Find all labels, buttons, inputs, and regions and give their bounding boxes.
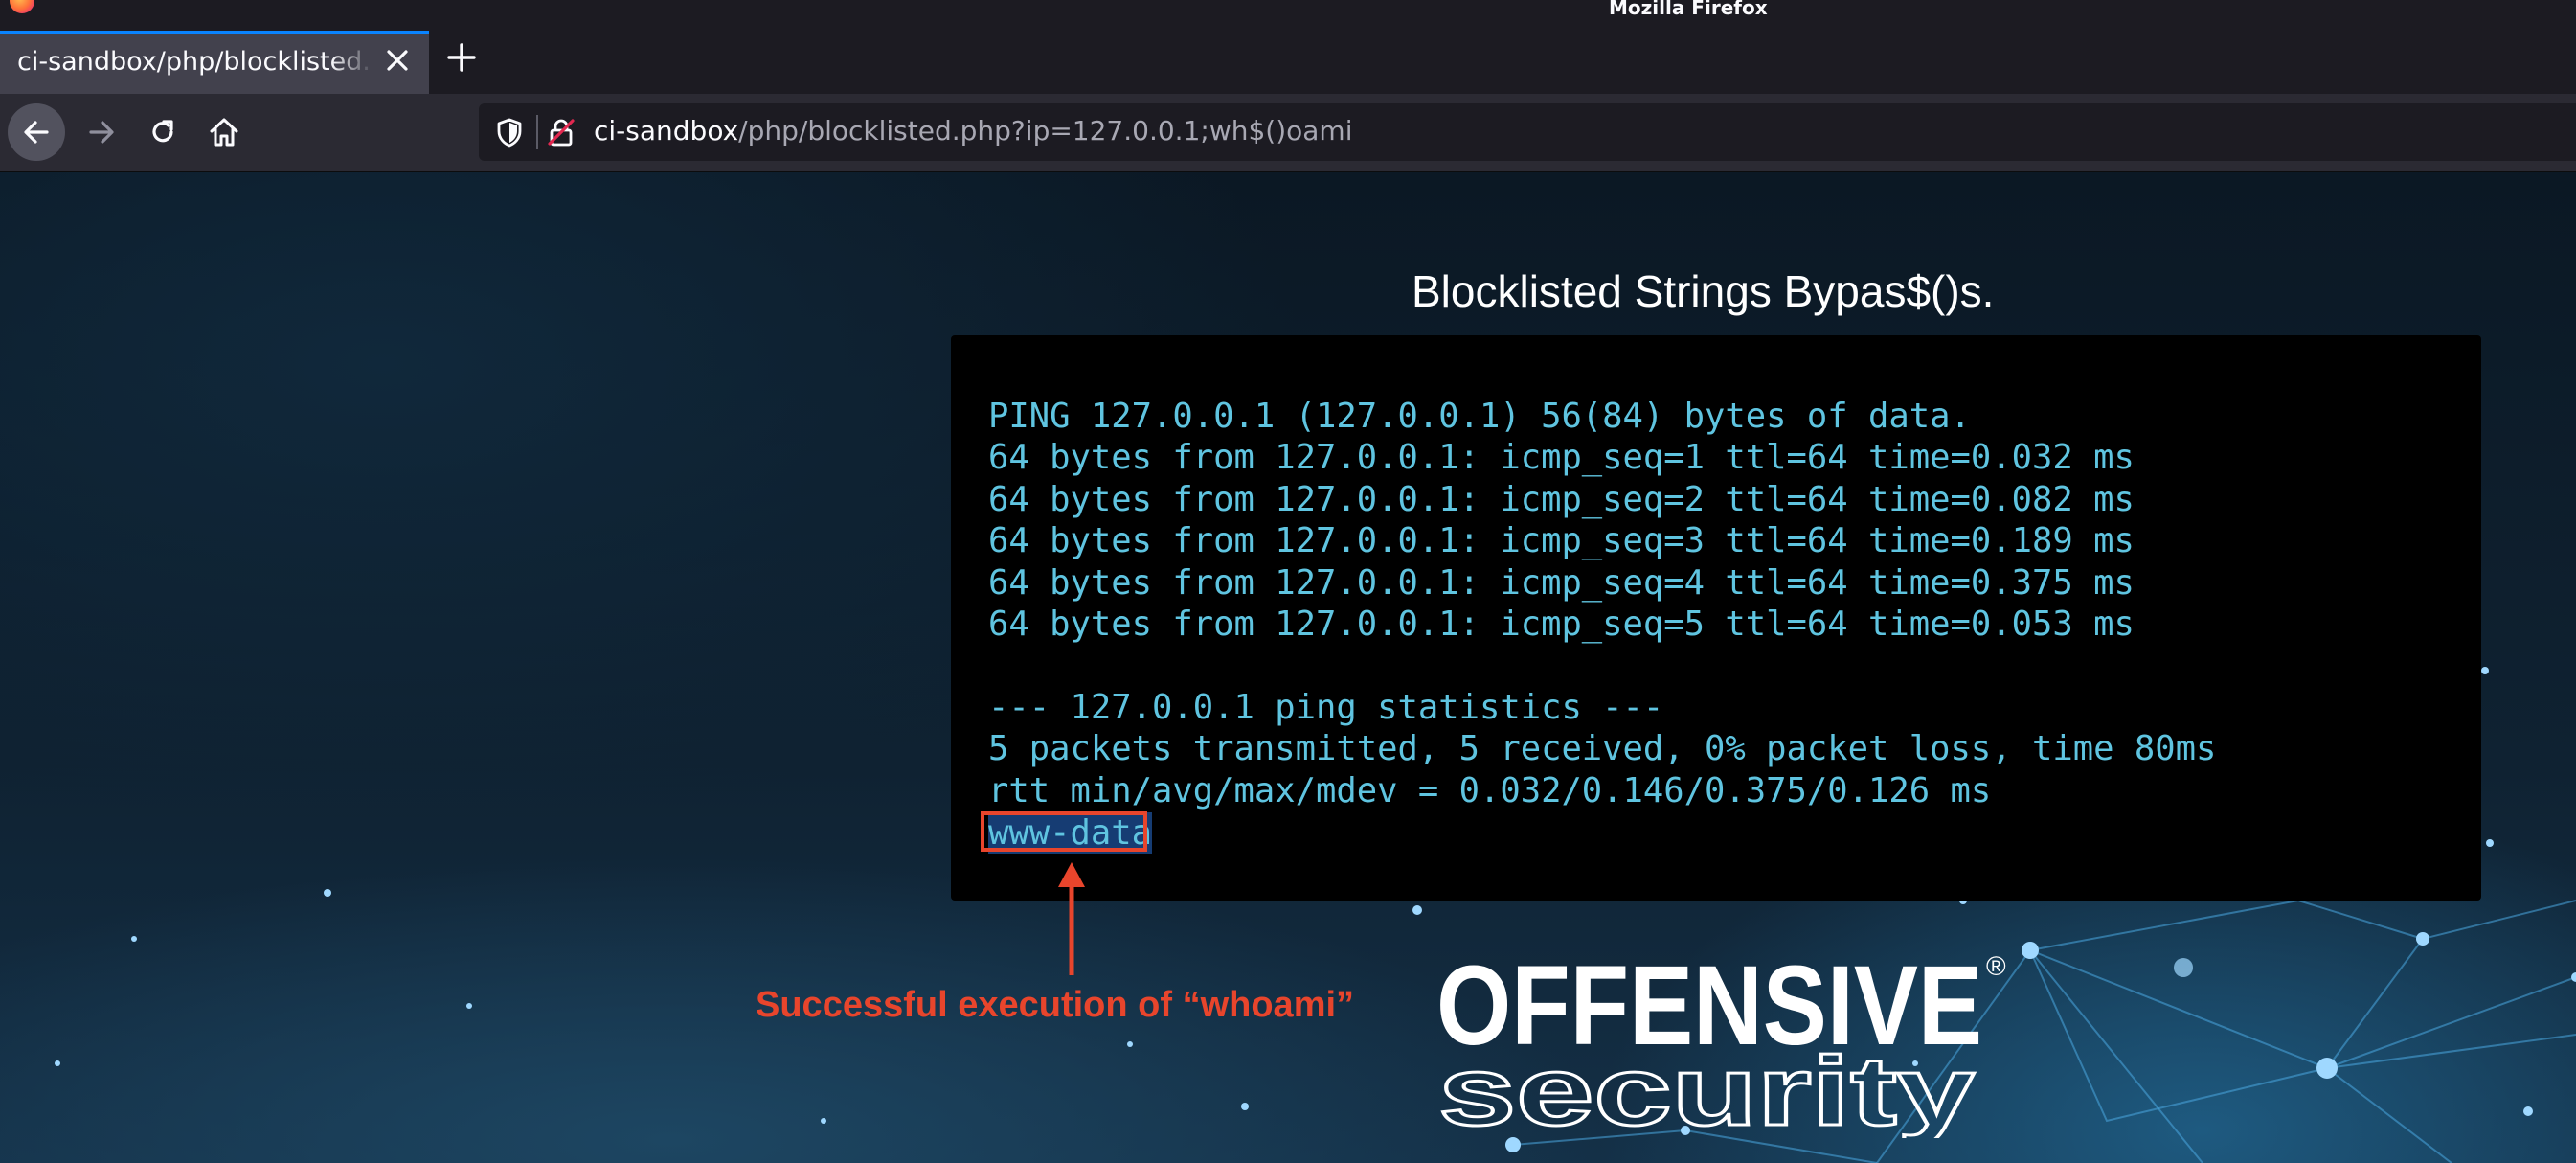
command-output-panel: PING 127.0.0.1 (127.0.0.1) 56(84) bytes …	[951, 335, 2481, 901]
url-path: /php/blocklisted.php?ip=127.0.0.1;wh$()o…	[738, 115, 1353, 147]
urlbar-separator	[536, 115, 538, 149]
url-host: ci-sandbox	[594, 115, 739, 147]
arrow-right-icon	[89, 121, 114, 144]
reload-button[interactable]	[134, 103, 192, 161]
offensive-security-logo: OFFENSIVE ® security	[1436, 946, 2006, 1138]
ping-output-text: PING 127.0.0.1 (127.0.0.1) 56(84) bytes …	[988, 397, 2217, 810]
tab-title: ci-sandbox/php/blocklisted.php?ip=127.0.…	[17, 47, 373, 77]
close-tab-icon[interactable]	[381, 45, 414, 81]
page-title: Blocklisted Strings Bypas$()s.	[1412, 266, 1995, 316]
home-icon	[210, 118, 238, 147]
page-viewport: Blocklisted Strings Bypas$()s. PING 127.…	[0, 172, 2576, 1163]
arrow-up-icon	[1058, 862, 1085, 975]
arrow-left-icon	[24, 121, 49, 144]
logo-line2: security	[1438, 1037, 1975, 1138]
home-button[interactable]	[195, 103, 253, 161]
new-tab-button[interactable]	[441, 40, 483, 82]
browser-tab-active[interactable]: ci-sandbox/php/blocklisted.php?ip=127.0.…	[0, 31, 429, 94]
navigation-toolbar: ci-sandbox/php/blocklisted.php?ip=127.0.…	[0, 94, 2576, 172]
annotation-label: Successful execution of “whoami”	[756, 985, 1355, 1025]
address-bar[interactable]: ci-sandbox/php/blocklisted.php?ip=127.0.…	[479, 103, 2576, 161]
url-text: ci-sandbox/php/blocklisted.php?ip=127.0.…	[594, 115, 1352, 147]
firefox-logo-icon	[10, 0, 34, 13]
window-titlebar: Mozilla Firefox	[0, 0, 2576, 31]
highlight-box	[981, 811, 1147, 852]
plus-icon	[447, 43, 476, 72]
reload-icon	[152, 120, 173, 143]
window-title: Mozilla Firefox	[1609, 0, 1768, 19]
tab-strip: ci-sandbox/php/blocklisted.php?ip=127.0.…	[0, 31, 2576, 94]
forward-button[interactable]	[73, 103, 130, 161]
insecure-lock-icon[interactable]	[546, 117, 576, 151]
shield-icon[interactable]	[496, 117, 523, 151]
back-button[interactable]	[8, 103, 65, 161]
registered-mark: ®	[1986, 951, 2006, 981]
